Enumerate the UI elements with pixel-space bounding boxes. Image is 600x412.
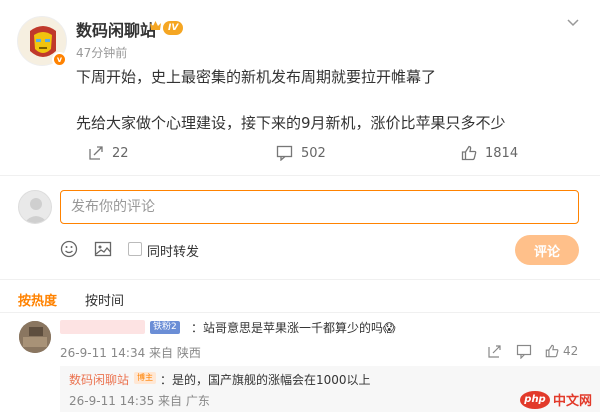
comment-text: ：站哥意思是苹果涨一千都算少的吗😱 [191, 321, 396, 335]
repost-button[interactable]: 22 [88, 145, 129, 161]
comment-meta: 26-9-11 14:34 来自 陕西 [60, 346, 201, 360]
reply-meta: 26-9-11 14:35 来自 广东 [69, 394, 210, 408]
tab-sort-hot[interactable]: 按热度 [18, 290, 57, 309]
post-paragraph: 先给大家做个心理建设，接下来的9月新机，涨价比苹果只多不少 [76, 114, 506, 132]
divider [0, 279, 600, 280]
fan-badge: 铁粉2 [150, 321, 180, 334]
comment-like-button[interactable]: 42 [545, 344, 578, 358]
comment-button[interactable]: 502 [276, 145, 326, 161]
submit-comment-button[interactable]: 评论 [515, 235, 579, 265]
crown-icon [150, 21, 161, 30]
commenter-avatar[interactable] [19, 321, 51, 353]
repost-checkbox-label[interactable]: 同时转发 [147, 241, 199, 260]
share-icon[interactable] [487, 344, 502, 359]
more-icon[interactable] [565, 14, 581, 30]
like-count: 1814 [485, 145, 519, 161]
like-button[interactable]: 1814 [461, 145, 518, 161]
level-badge: IV [163, 21, 184, 35]
divider [0, 312, 600, 313]
comment-like-count: 42 [563, 344, 579, 358]
comment-input[interactable] [60, 190, 579, 224]
comment-count: 502 [301, 145, 326, 161]
verified-badge: v [52, 52, 67, 67]
like-icon [545, 344, 559, 358]
watermark-logo: php [520, 390, 550, 409]
watermark-text: 中文网 [553, 394, 593, 409]
my-avatar [18, 190, 52, 224]
like-icon [461, 145, 477, 161]
watermark: php 中文网 [520, 390, 592, 409]
reply-author[interactable]: 数码闲聊站 [69, 371, 129, 388]
divider [0, 175, 600, 176]
comment-reply-icon[interactable] [516, 344, 532, 359]
host-badge: 博主 [134, 372, 156, 384]
post-paragraph: 下周开始，史上最密集的新机发布周期就要拉开帷幕了 [76, 68, 437, 86]
repost-checkbox[interactable] [128, 242, 142, 256]
comment-icon [276, 145, 293, 161]
repost-icon [89, 146, 103, 160]
tab-sort-time[interactable]: 按时间 [85, 290, 124, 309]
author-name[interactable]: 数码闲聊站 [76, 17, 156, 41]
repost-count: 22 [112, 145, 129, 161]
image-icon[interactable] [94, 240, 112, 258]
reply-text: ：是的，国产旗舰的涨幅会在1000以上 [160, 373, 371, 387]
emoji-icon[interactable] [60, 240, 78, 258]
post-time[interactable]: 47分钟前 [76, 44, 127, 61]
commenter-name-redacted[interactable] [60, 320, 145, 334]
